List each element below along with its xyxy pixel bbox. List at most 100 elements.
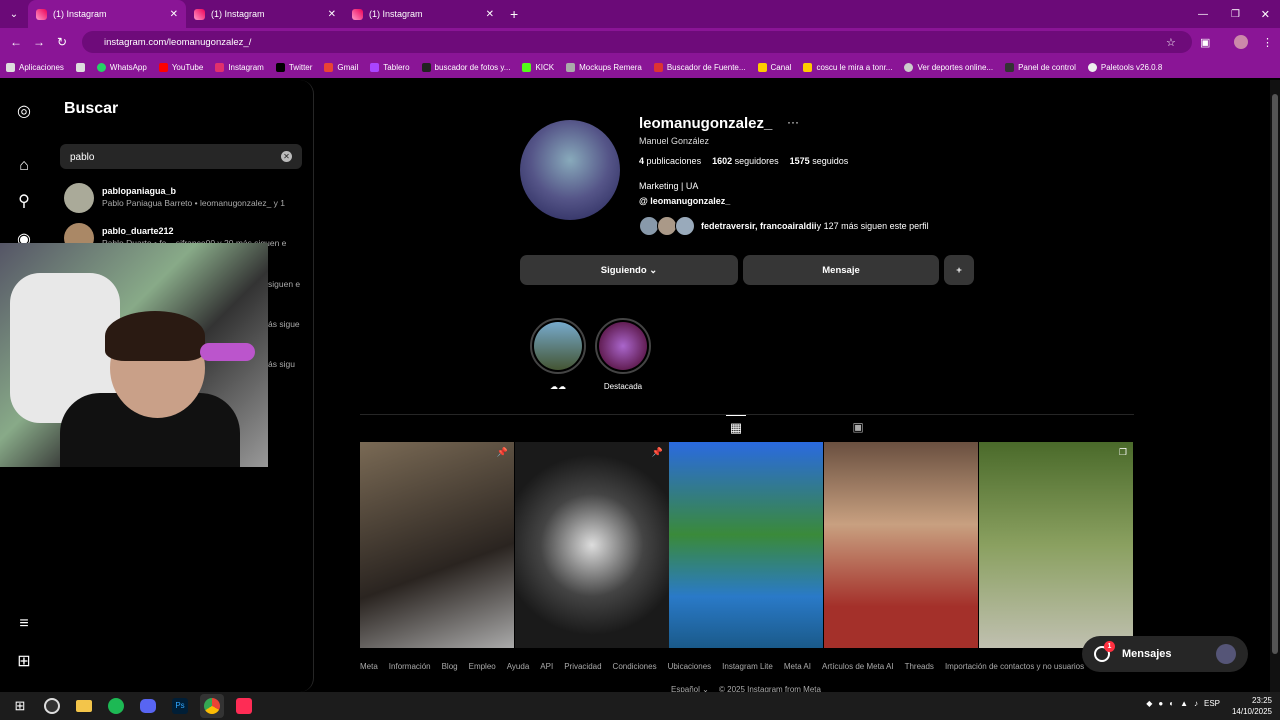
browser-menu-icon[interactable]: ⋮ — [1262, 36, 1273, 49]
avatar — [1216, 644, 1236, 664]
footer-link[interactable]: Importación de contactos y no usuarios — [945, 662, 1084, 671]
tray-icon[interactable]: ♪ — [1194, 699, 1198, 708]
search-input[interactable]: pablo ✕ — [60, 144, 302, 169]
footer-link[interactable]: Meta AI — [784, 662, 811, 671]
bookmark-star-icon[interactable]: ☆ — [1166, 36, 1176, 49]
footer-link[interactable]: API — [540, 662, 553, 671]
bookmark-item[interactable]: KICK — [522, 62, 554, 72]
message-button[interactable]: Mensaje — [743, 255, 939, 285]
footer-link[interactable]: Artículos de Meta AI — [822, 662, 894, 671]
bookmark-item[interactable]: Aplicaciones — [6, 62, 64, 72]
windows-start-icon[interactable]: ⊞ — [8, 694, 32, 718]
followers-stat[interactable]: 1602 seguidores — [712, 156, 779, 166]
footer-link[interactable]: Meta — [360, 662, 378, 671]
search-result-partial-text: siguen e — [268, 279, 301, 289]
footer-link[interactable]: Blog — [442, 662, 458, 671]
bookmark-item[interactable]: WhatsApp — [96, 62, 147, 72]
following-stat[interactable]: 1575 seguidos — [790, 156, 849, 166]
footer-link[interactable]: Condiciones — [613, 662, 657, 671]
add-user-button[interactable]: + — [944, 255, 974, 285]
post-thumbnail[interactable]: 📌 — [515, 442, 669, 648]
bookmark-item[interactable]: Ver deportes online... — [904, 62, 993, 72]
footer-link[interactable]: Empleo — [469, 662, 496, 671]
restore-button[interactable]: ❐ — [1231, 9, 1240, 20]
footer-link[interactable]: Información — [389, 662, 431, 671]
chrome-icon[interactable] — [200, 694, 224, 718]
profile-picture[interactable] — [520, 120, 620, 220]
home-icon[interactable]: ⌂ — [14, 156, 34, 176]
footer-link[interactable]: Ayuda — [507, 662, 530, 671]
minimize-button[interactable]: — — [1198, 9, 1208, 20]
bookmark-item[interactable]: Instagram — [215, 62, 264, 72]
lang-indicator[interactable]: ESP — [1204, 699, 1220, 708]
avatar[interactable] — [1234, 35, 1248, 49]
search-icon[interactable]: ⚲ — [14, 192, 34, 212]
menu-icon[interactable]: ≡ — [14, 614, 34, 634]
microphone — [200, 343, 255, 361]
story-highlight[interactable]: Destacada — [595, 318, 651, 391]
post-thumbnail[interactable]: ❐ — [979, 442, 1133, 648]
tiktok-icon[interactable] — [232, 694, 256, 718]
back-icon[interactable]: ← — [10, 35, 22, 49]
tagged-icon[interactable]: ▣ — [848, 415, 868, 441]
post-thumbnail[interactable]: 📌 — [360, 442, 514, 648]
following-button[interactable]: Siguiendo ⌄ — [520, 255, 738, 285]
bookmarks-bar: Aplicaciones WhatsApp YouTube Instagram … — [0, 56, 1280, 78]
threads-link[interactable]: @ leomanugonzalez_ — [639, 196, 730, 206]
more-options-icon[interactable]: ··· — [787, 115, 799, 129]
bookmark-item[interactable]: Canal — [757, 62, 791, 72]
also-from-meta-icon[interactable]: ⊞ — [14, 652, 34, 672]
footer-links: Meta Información Blog Empleo Ayuda API P… — [360, 662, 1084, 671]
bookmark-item[interactable]: Mockups Remera — [566, 62, 642, 72]
story-highlight[interactable]: ☁☁ — [530, 318, 586, 391]
clear-search-icon[interactable]: ✕ — [281, 151, 292, 162]
close-window-button[interactable]: ✕ — [1261, 8, 1270, 21]
page-scrollbar[interactable] — [1270, 80, 1280, 692]
forward-icon[interactable]: → — [33, 35, 45, 49]
url-input[interactable]: instagram.com/leomanugonzalez_/ — [82, 31, 1192, 53]
tray-icon[interactable]: ◐ — [1169, 699, 1174, 708]
bookmark-item[interactable]: coscu le mira a tonr... — [803, 62, 892, 72]
post-thumbnail[interactable] — [669, 442, 823, 648]
reload-icon[interactable]: ↻ — [57, 35, 67, 49]
extensions-icon[interactable]: ▣ — [1200, 36, 1210, 49]
followed-by[interactable]: fedetraversir, francoairaldii y 127 más … — [639, 216, 929, 236]
messages-button[interactable]: 1 Mensajes — [1082, 636, 1248, 672]
posts-grid-icon[interactable]: ▦ — [726, 415, 746, 441]
photoshop-icon[interactable]: Ps — [168, 694, 192, 718]
bookmark-item[interactable]: Twitter — [275, 62, 312, 72]
tray-icon[interactable]: ▲ — [1180, 699, 1188, 708]
bookmark-item[interactable]: Buscador de Fuente... — [653, 62, 746, 72]
close-tab-icon[interactable]: ✕ — [170, 9, 178, 20]
search-result-item[interactable]: pablopaniagua_b Pablo Paniagua Barreto •… — [64, 183, 314, 213]
scrollbar-thumb[interactable] — [1272, 94, 1278, 654]
footer-link[interactable]: Instagram Lite — [722, 662, 773, 671]
bookmark-item[interactable]: buscador de fotos y... — [421, 62, 510, 72]
bookmark-item[interactable]: Panel de control — [1005, 62, 1076, 72]
post-thumbnail[interactable] — [824, 442, 978, 648]
close-tab-icon[interactable]: ✕ — [328, 9, 336, 20]
windows-taskbar: ⊞ Ps ◆ ● ◐ ▲ ♪ ESP 23:25 14/10/2025 — [0, 692, 1280, 720]
bookmark-item[interactable]: Gmail — [324, 62, 358, 72]
bookmark-item[interactable]: YouTube — [158, 62, 203, 72]
bookmark-item[interactable] — [75, 62, 85, 72]
tray-icon[interactable]: ● — [1158, 699, 1163, 708]
footer-link[interactable]: Threads — [905, 662, 934, 671]
browser-tab-2[interactable]: (1) Instagram ✕ — [186, 0, 344, 28]
bookmark-item[interactable]: Tablero — [370, 62, 410, 72]
bookmark-item[interactable]: Paletools v26.0.8 — [1087, 62, 1162, 72]
close-tab-icon[interactable]: ✕ — [486, 9, 494, 20]
discord-icon[interactable] — [136, 694, 160, 718]
file-explorer-icon[interactable] — [72, 694, 96, 718]
new-tab-button[interactable]: + — [510, 6, 518, 22]
footer-link[interactable]: Ubicaciones — [668, 662, 712, 671]
spotify-icon[interactable] — [104, 694, 128, 718]
tab-menu-icon[interactable]: ⌄ — [0, 9, 28, 20]
footer-link[interactable]: Privacidad — [564, 662, 601, 671]
tray-icon[interactable]: ◆ — [1146, 699, 1152, 708]
browser-tab-1[interactable]: (1) Instagram ✕ — [28, 0, 186, 28]
obs-icon[interactable] — [40, 694, 64, 718]
browser-tab-3[interactable]: (1) Instagram ✕ — [344, 0, 502, 28]
clock[interactable]: 23:25 14/10/2025 — [1232, 695, 1272, 717]
instagram-logo-icon[interactable]: ◎ — [14, 102, 34, 122]
